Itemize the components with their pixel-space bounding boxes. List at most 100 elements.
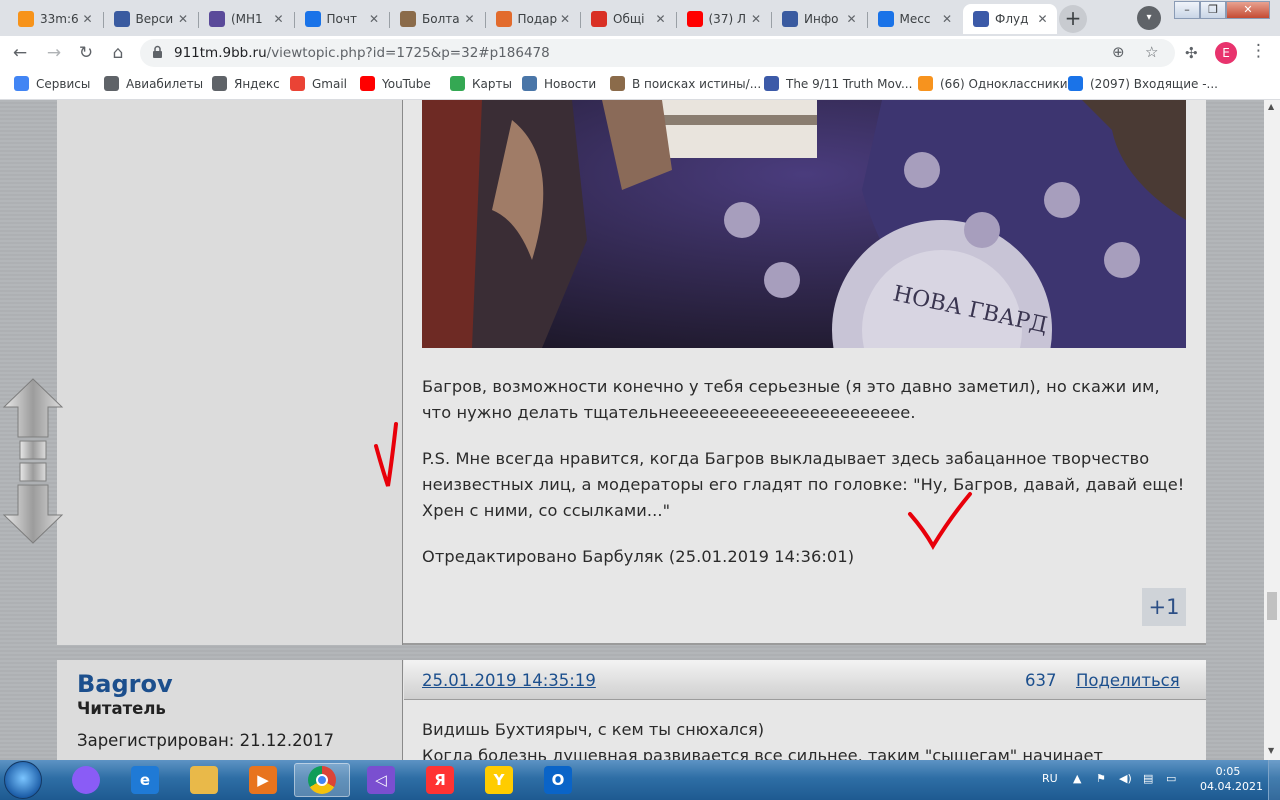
system-clock[interactable]: 0:05 04.04.2021 — [1200, 764, 1263, 794]
bookmark-item[interactable]: Gmail — [290, 76, 347, 91]
bookmark-label: The 9/11 Truth Mov... — [786, 76, 913, 91]
tab-title: Болта — [422, 12, 460, 26]
tab-title: Почт — [326, 12, 357, 26]
share-link[interactable]: Поделиться — [1076, 671, 1180, 690]
rating-plus-button[interactable]: +1 — [1142, 588, 1186, 626]
menu-icon[interactable]: ⋮ — [1250, 41, 1267, 61]
show-desktop-button[interactable] — [1268, 760, 1280, 800]
bookmark-item[interactable]: Яндекс — [212, 76, 280, 91]
flag-icon[interactable]: ⚑ — [1096, 772, 1106, 785]
browser-tab[interactable]: Инфо ✕ — [772, 4, 866, 34]
post-edited-note: Отредактировано Барбуляк (25.01.2019 14:… — [422, 547, 855, 566]
zoom-icon[interactable]: ⊕ — [1112, 43, 1125, 61]
scroll-up-arrow-icon[interactable] — [2, 378, 64, 438]
post-date-link[interactable]: 25.01.2019 14:35:19 — [422, 671, 596, 690]
tab-separator — [675, 12, 677, 28]
bookmark-item[interactable]: (2097) Входящие -... — [1068, 76, 1218, 91]
browser-tab[interactable]: Флуд ✕ — [963, 4, 1057, 34]
browser-tab[interactable]: (37) Л ✕ — [677, 4, 771, 34]
new-tab-button[interactable]: + — [1059, 5, 1087, 33]
tab-close-icon[interactable]: ✕ — [1035, 12, 1051, 26]
home-icon[interactable]: ⌂ — [106, 41, 130, 65]
window-controls: – ❐ ✕ — [1174, 0, 1270, 22]
tab-close-icon[interactable]: ✕ — [462, 12, 478, 26]
tab-close-icon[interactable]: ✕ — [653, 12, 669, 26]
tab-close-icon[interactable]: ✕ — [366, 12, 382, 26]
bookmark-label: YouTube — [382, 76, 431, 91]
bookmark-item[interactable]: В поисках истины/... — [610, 76, 761, 91]
post-number: 637 — [1025, 671, 1057, 690]
taskbar-app[interactable]: Y — [471, 763, 527, 797]
bookmark-item[interactable]: Сервисы — [14, 76, 90, 91]
bookmark-item[interactable]: (66) Одноклассники — [918, 76, 1068, 91]
tab-separator — [293, 12, 295, 28]
browser-tab[interactable]: Общі ✕ — [581, 4, 675, 34]
mail-icon — [304, 11, 321, 27]
browser-tab[interactable]: (МН1 ✕ — [199, 4, 293, 34]
taskbar-app[interactable]: O — [530, 763, 586, 797]
close-window-button[interactable]: ✕ — [1226, 1, 1270, 19]
tab-close-icon[interactable]: ✕ — [557, 12, 573, 26]
browser-toolbar: ← → ↻ ⌂ 911tm.9bb.ru/viewtopic.php?id=17… — [0, 36, 1280, 70]
maps-icon — [450, 76, 465, 91]
bookmark-item[interactable]: Авиабилеты — [104, 76, 203, 91]
tab-separator — [389, 12, 390, 28]
url-text[interactable]: 911tm.9bb.ru/viewtopic.php?id=1725&p=32#… — [174, 45, 550, 61]
taskbar-app[interactable] — [58, 763, 114, 797]
browser-tab[interactable]: Почт ✕ — [295, 4, 389, 34]
network-icon[interactable]: ▤ — [1143, 772, 1153, 785]
bookmark-item[interactable]: The 9/11 Truth Mov... — [764, 76, 912, 91]
tab-close-icon[interactable]: ✕ — [271, 12, 287, 26]
battery-icon[interactable]: ▭ — [1166, 772, 1176, 785]
forward-icon[interactable]: → — [42, 41, 66, 65]
start-button[interactable] — [4, 761, 42, 799]
taskbar-app[interactable]: Я — [412, 763, 468, 797]
tab-close-icon[interactable]: ✕ — [175, 12, 191, 26]
tab-title: Общі — [613, 12, 645, 26]
forum-icon — [973, 11, 989, 27]
bookmark-star-icon[interactable]: ☆ — [1145, 43, 1158, 61]
lock-icon[interactable] — [152, 45, 163, 59]
maximize-button[interactable]: ❐ — [1200, 1, 1226, 19]
browser-tab[interactable]: Месс ✕ — [868, 4, 962, 34]
tab-close-icon[interactable]: ✕ — [939, 12, 955, 26]
profile-menu-icon[interactable]: ▾ — [1137, 6, 1161, 30]
tab-close-icon[interactable]: ✕ — [748, 12, 764, 26]
volume-icon[interactable]: ◀) — [1119, 772, 1132, 785]
author-name[interactable]: Bagrov — [77, 670, 173, 698]
tab-close-icon[interactable]: ✕ — [844, 12, 860, 26]
globe-icon — [104, 76, 119, 91]
bookmark-item[interactable]: Карты — [450, 76, 512, 91]
taskbar-app[interactable] — [294, 763, 350, 797]
tab-close-icon[interactable]: ✕ — [80, 12, 96, 26]
profile-avatar[interactable]: E — [1215, 42, 1237, 64]
back-icon[interactable]: ← — [8, 41, 32, 65]
browser-tab[interactable]: Верси ✕ — [104, 4, 198, 34]
page-up-icon[interactable] — [19, 440, 47, 460]
browser-tab[interactable]: 33m:6 ✕ — [8, 4, 102, 34]
tab-strip: 33m:6 ✕ Верси ✕ (МН1 ✕ Почт ✕ Болта ✕ Подар ✕ Общі ✕(… — [0, 0, 1280, 36]
scrollbar-thumb[interactable] — [1267, 592, 1277, 620]
taskbar-app[interactable]: ▶ — [235, 763, 291, 797]
post-header: 25.01.2019 14:35:19 637 Поделиться — [404, 660, 1206, 700]
taskbar-app[interactable] — [176, 763, 232, 797]
scroll-down-arrow-icon[interactable] — [2, 484, 64, 544]
language-indicator[interactable]: RU — [1042, 772, 1058, 785]
reload-icon[interactable]: ↻ — [74, 41, 98, 65]
bookmark-item[interactable]: YouTube — [360, 76, 431, 91]
post-image[interactable]: НОВА ГВАРД — [422, 100, 1186, 348]
tray-expand-icon[interactable]: ▲ — [1073, 772, 1081, 785]
bookmark-item[interactable]: Новости — [522, 76, 596, 91]
browser-tab[interactable]: Подар ✕ — [486, 4, 580, 34]
extensions-icon[interactable]: ✣ — [1185, 44, 1198, 62]
page-down-icon[interactable] — [19, 462, 47, 482]
browser-tab[interactable]: Болта ✕ — [390, 4, 484, 34]
address-bar[interactable]: 911tm.9bb.ru/viewtopic.php?id=1725&p=32#… — [140, 39, 1175, 67]
minimize-button[interactable]: – — [1174, 1, 1200, 19]
taskbar-app[interactable]: ◁ — [353, 763, 409, 797]
scroll-up-icon[interactable]: ▲ — [1268, 102, 1274, 111]
page-scroll-widget[interactable] — [2, 377, 64, 545]
taskbar-app[interactable]: e — [117, 763, 173, 797]
scroll-down-icon[interactable]: ▼ — [1268, 746, 1274, 755]
vertical-scrollbar[interactable]: ▲ ▼ — [1264, 100, 1280, 760]
